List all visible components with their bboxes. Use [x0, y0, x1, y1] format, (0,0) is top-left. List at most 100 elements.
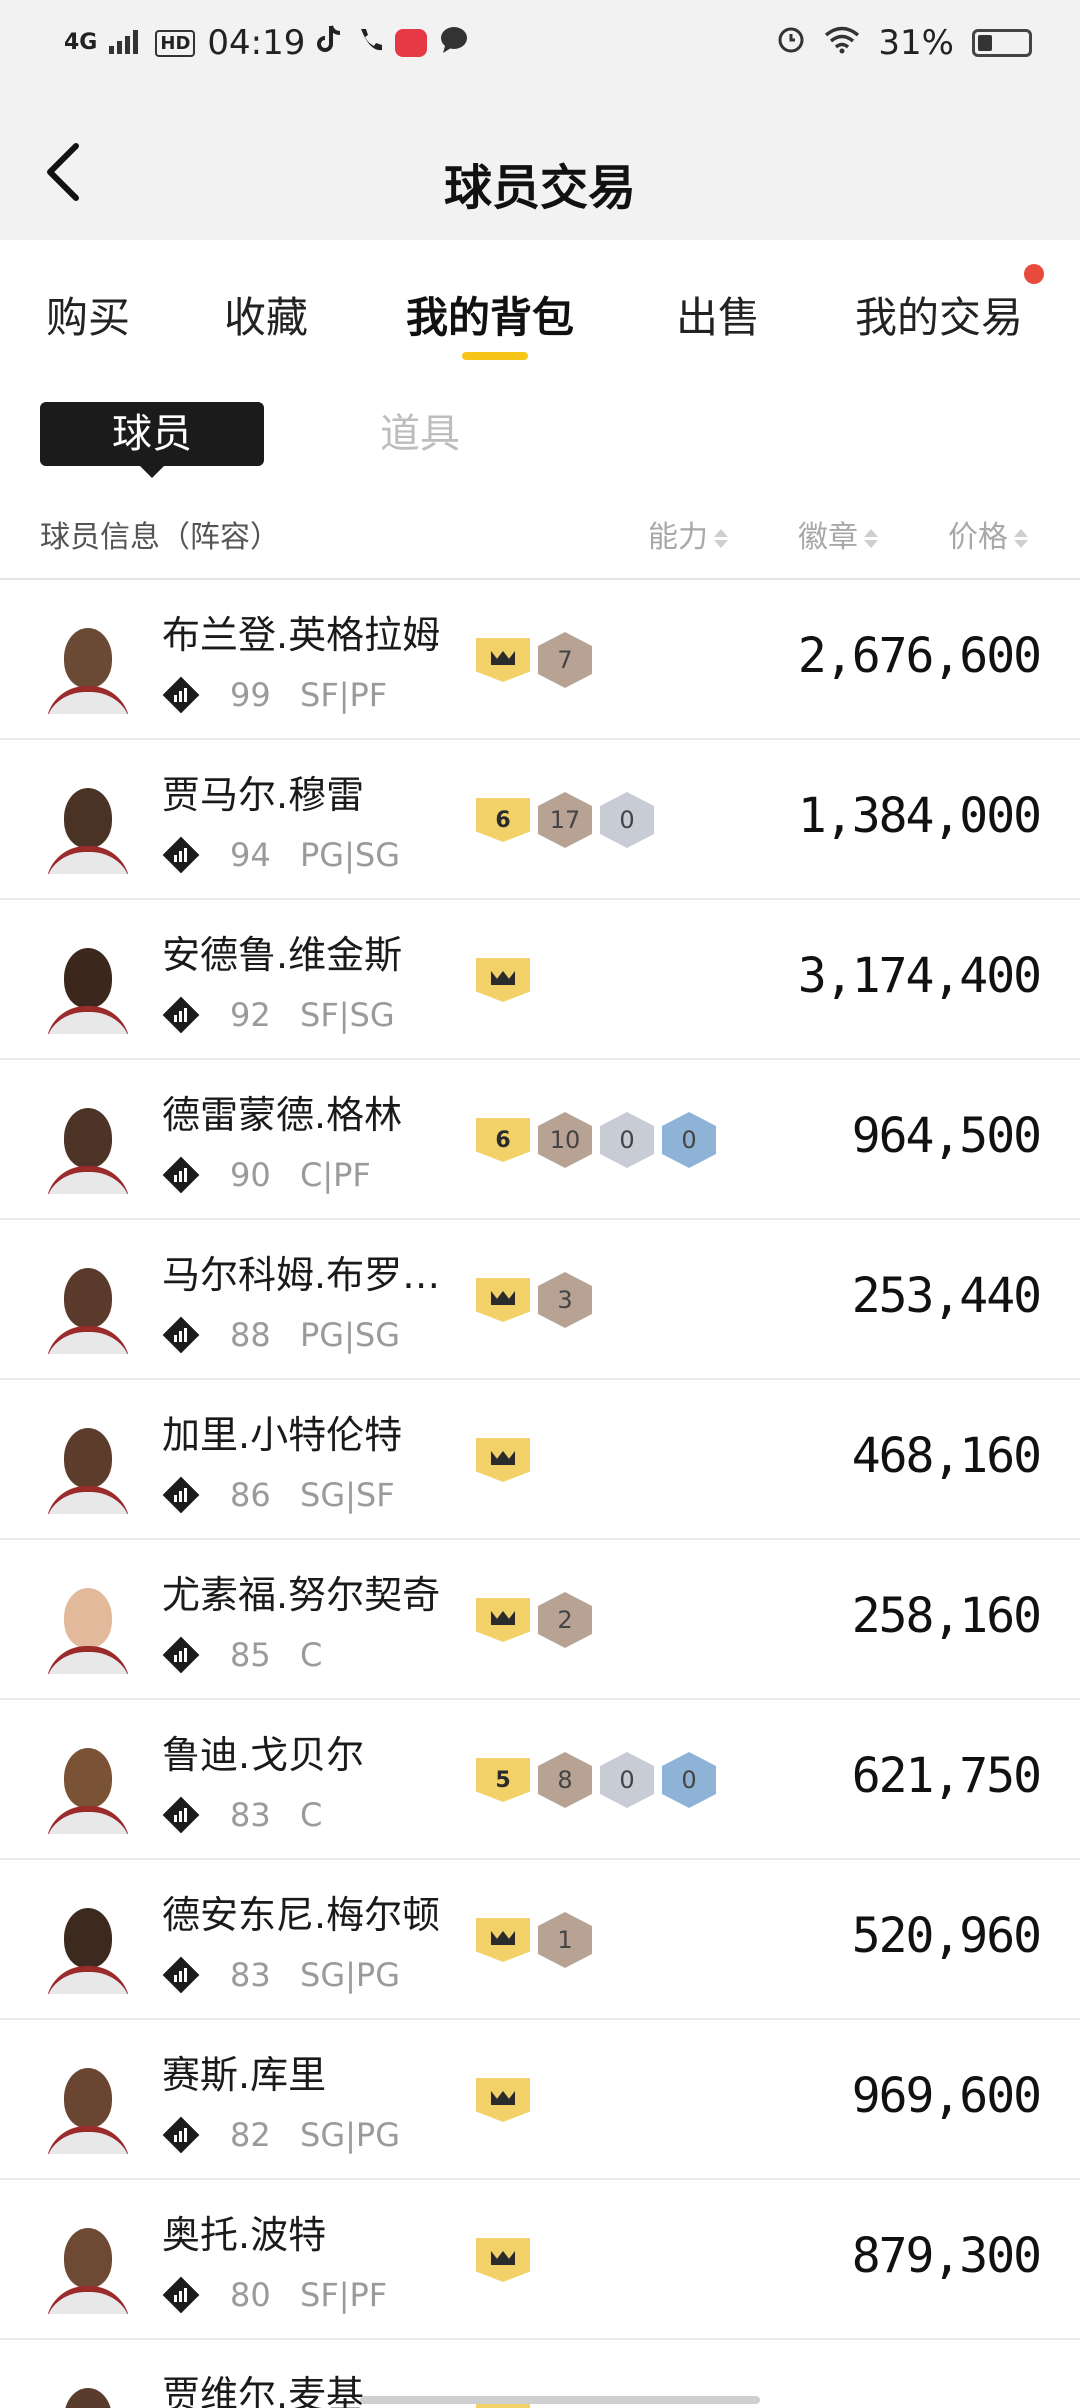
diamond-rank-icon [162, 676, 200, 714]
badge-group: 2 [476, 1592, 592, 1648]
home-indicator[interactable] [360, 2396, 760, 2404]
blue-badge: 0 [662, 1112, 716, 1168]
player-name: 安德鲁.维金斯 [162, 933, 403, 977]
player-rating: 88 [230, 1316, 271, 1354]
player-avatar [40, 778, 136, 874]
player-rating: 83 [230, 1796, 271, 1834]
player-avatar [40, 1258, 136, 1354]
player-name: 尤素福.努尔契奇 [162, 1573, 441, 1617]
diamond-rank-icon [162, 2276, 200, 2314]
diamond-rank-icon [162, 1956, 200, 1994]
wifi-icon [824, 23, 860, 63]
tab-favorites[interactable]: 收藏 [224, 284, 308, 345]
bronze-badge: 3 [538, 1272, 592, 1328]
player-avatar [40, 1418, 136, 1514]
column-header: 球员信息（阵容） 能力 徽章 价格 [0, 500, 1080, 580]
crown-badge-icon [476, 2078, 530, 2122]
player-row[interactable]: 鲁迪.戈贝尔 83 C 5800 621,750 [0, 1700, 1080, 1860]
player-rating: 90 [230, 1156, 271, 1194]
diamond-rank-icon [162, 836, 200, 874]
player-row[interactable]: 布兰登.英格拉姆 99 SF|PF 7 2,676,600 [0, 580, 1080, 740]
player-price: 3,174,400 [797, 948, 1042, 1004]
sort-ability[interactable]: 能力 [648, 512, 728, 556]
sort-price[interactable]: 价格 [948, 512, 1028, 556]
segment-items[interactable]: 道具 [360, 402, 480, 466]
badge-group: 6 10 0 0 [476, 1112, 716, 1168]
player-rating: 92 [230, 996, 271, 1034]
diamond-rank-icon [162, 996, 200, 1034]
bronze-badge: 2 [538, 1592, 592, 1648]
player-name: 鲁迪.戈贝尔 [162, 1733, 365, 1777]
player-name: 贾马尔.穆雷 [162, 773, 365, 817]
player-row[interactable]: 安德鲁.维金斯 92 SF|SG 3,174,400 [0, 900, 1080, 1060]
message-icon [439, 23, 469, 63]
phone-icon [355, 23, 383, 63]
column-price-label: 价格 [948, 520, 1008, 555]
player-rating: 82 [230, 2116, 271, 2154]
sort-badge[interactable]: 徽章 [798, 512, 878, 556]
player-row[interactable]: 赛斯.库里 82 SG|PG 969,600 [0, 2020, 1080, 2180]
player-name: 加里.小特伦特 [162, 1413, 403, 1457]
player-position: PG|SG [300, 1316, 400, 1354]
player-price: 468,160 [851, 1428, 1042, 1484]
player-avatar [40, 2378, 136, 2408]
diamond-rank-icon [162, 1476, 200, 1514]
gold-level-badge: 6 [476, 1118, 530, 1162]
gold-level-badge: 5 [476, 1758, 530, 1802]
player-name: 布兰登.英格拉姆 [162, 613, 441, 657]
diamond-rank-icon [162, 1796, 200, 1834]
player-price: 258,160 [851, 1588, 1042, 1644]
player-price: 879,300 [851, 2228, 1042, 2284]
player-row[interactable]: 贾马尔.穆雷 94 PG|SG 6 17 0 1,384,000 [0, 740, 1080, 900]
tab-sell[interactable]: 出售 [676, 284, 760, 345]
status-bar: 4G HD 04:19 31% [0, 0, 1080, 86]
signal-icon [109, 23, 143, 63]
player-row[interactable]: 奥托.波特 80 SF|PF 879,300 [0, 2180, 1080, 2340]
diamond-rank-icon [162, 2116, 200, 2154]
player-avatar [40, 2058, 136, 2154]
player-avatar [40, 1898, 136, 1994]
player-name: 赛斯.库里 [162, 2053, 327, 2097]
badge-group [476, 952, 530, 1008]
player-price: 520,960 [851, 1908, 1042, 1964]
player-position: SF|SG [300, 996, 395, 1034]
player-position: SG|PG [300, 1956, 400, 1994]
silver-badge: 0 [600, 1752, 654, 1808]
crown-badge-icon [476, 1918, 530, 1962]
sort-icon [864, 529, 878, 548]
player-row[interactable]: 马尔科姆.布罗… 88 PG|SG 3 253,440 [0, 1220, 1080, 1380]
player-name: 马尔科姆.布罗… [162, 1253, 441, 1297]
player-row[interactable]: 尤素福.努尔契奇 85 C 2 258,160 [0, 1540, 1080, 1700]
badge-group [476, 2232, 530, 2288]
crown-badge-icon [476, 638, 530, 682]
tab-bar: 购买 收藏 我的背包 出售 我的交易 [0, 240, 1080, 390]
tab-buy[interactable]: 购买 [46, 284, 130, 345]
tab-my-backpack[interactable]: 我的背包 [406, 284, 574, 345]
blue-badge: 0 [662, 1752, 716, 1808]
badge-group: 5800 [476, 1752, 716, 1808]
player-position: SG|SF [300, 1476, 395, 1514]
player-position: C [300, 1796, 323, 1834]
badge-group: 3 [476, 1272, 592, 1328]
segment-players[interactable]: 球员 [40, 402, 264, 478]
player-row[interactable]: 德雷蒙德.格林 90 C|PF 6 10 0 0 964,500 [0, 1060, 1080, 1220]
player-rating: 80 [230, 2276, 271, 2314]
bronze-badge: 17 [538, 792, 592, 848]
player-avatar [40, 1738, 136, 1834]
hd-label: HD [155, 29, 196, 57]
bronze-badge: 7 [538, 632, 592, 688]
silver-badge: 0 [600, 1112, 654, 1168]
player-list: 布兰登.英格拉姆 99 SF|PF 7 2,676,600 贾马尔.穆雷 94 … [0, 580, 1080, 2408]
sort-icon [714, 529, 728, 548]
app-header: 球员交易 [0, 86, 1080, 240]
crown-badge-icon [476, 1598, 530, 1642]
player-price: 621,750 [851, 1748, 1042, 1804]
crown-badge-icon [476, 2238, 530, 2282]
player-position: C [300, 1636, 323, 1674]
page-title: 球员交易 [443, 160, 636, 216]
player-position: SF|PF [300, 676, 388, 714]
player-row[interactable]: 德安东尼.梅尔顿 83 SG|PG 1 520,960 [0, 1860, 1080, 2020]
tab-my-trades[interactable]: 我的交易 [855, 284, 1023, 345]
player-row[interactable]: 加里.小特伦特 86 SG|SF 468,160 [0, 1380, 1080, 1540]
player-price: 253,440 [851, 1268, 1042, 1324]
